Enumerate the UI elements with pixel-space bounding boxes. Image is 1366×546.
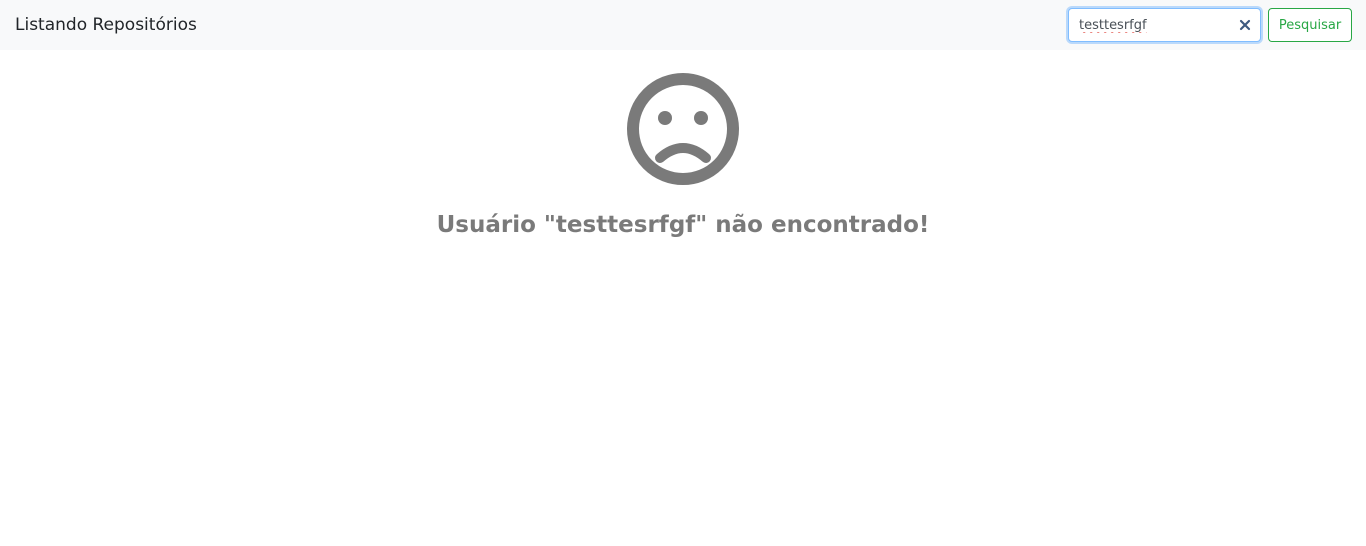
search-button[interactable]: Pesquisar [1268, 8, 1352, 42]
close-icon[interactable] [1238, 18, 1252, 32]
not-found-message: Usuário "testtesrfgf" não encontrado! [436, 212, 930, 238]
search-input[interactable] [1079, 9, 1229, 41]
navbar-brand[interactable]: Listando Repositórios [15, 14, 197, 36]
sad-face-icon [627, 73, 739, 185]
top-navbar: Listando Repositórios Pesquisar [0, 0, 1366, 50]
empty-state: Usuário "testtesrfgf" não encontrado! [0, 72, 1366, 240]
search-field[interactable] [1068, 8, 1261, 42]
